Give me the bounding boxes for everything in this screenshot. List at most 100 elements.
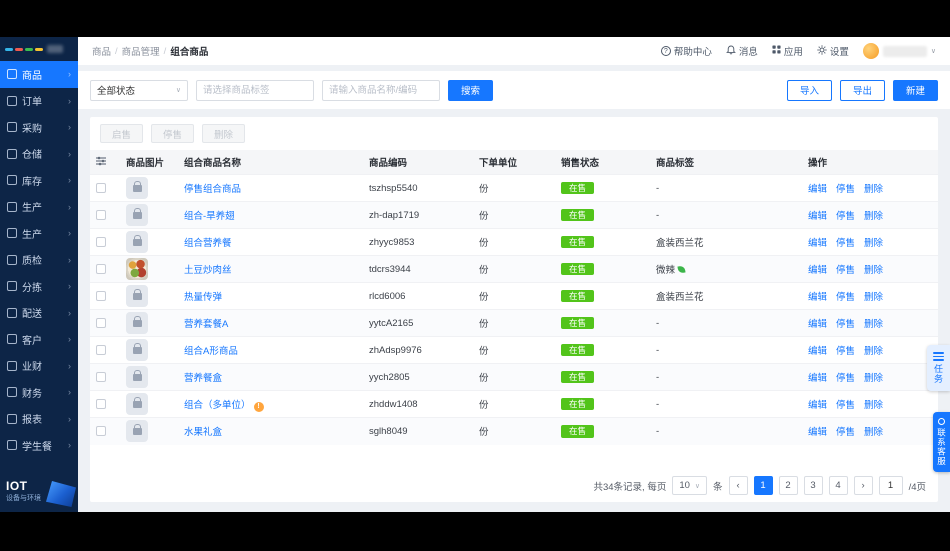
next-page-button[interactable]: › xyxy=(854,476,873,495)
product-name-link[interactable]: 热量传弹 xyxy=(184,292,222,303)
task-floating-button[interactable]: 任务 xyxy=(927,345,950,391)
jump-page-input[interactable] xyxy=(879,476,903,495)
product-name-link[interactable]: 水果礼盒 xyxy=(184,427,222,438)
breadcrumb-item[interactable]: 商品管理 xyxy=(122,44,160,58)
row-edit-link[interactable]: 编辑 xyxy=(808,373,827,384)
sidebar-item-inventory[interactable]: 库存› xyxy=(0,167,78,194)
row-stop-sale-link[interactable]: 停售 xyxy=(836,346,855,357)
row-stop-sale-link[interactable]: 停售 xyxy=(836,211,855,222)
sidebar-item-customers[interactable]: 客户› xyxy=(0,326,78,353)
row-delete-link[interactable]: 删除 xyxy=(864,319,883,330)
row-stop-sale-link[interactable]: 停售 xyxy=(836,265,855,276)
product-name-link[interactable]: 组合营养餐 xyxy=(184,238,232,249)
row-edit-link[interactable]: 编辑 xyxy=(808,265,827,276)
row-checkbox[interactable] xyxy=(96,264,106,274)
bulk-stop-sale-button[interactable]: 停售 xyxy=(151,124,194,143)
sidebar-item-orders[interactable]: 订单› xyxy=(0,88,78,115)
product-name-link[interactable]: 营养餐盒 xyxy=(184,373,222,384)
row-checkbox[interactable] xyxy=(96,210,106,220)
page-button-3[interactable]: 3 xyxy=(804,476,823,495)
row-edit-link[interactable]: 编辑 xyxy=(808,238,827,249)
tag-text: - xyxy=(656,345,659,356)
sidebar-item-warehouse[interactable]: 仓储› xyxy=(0,141,78,168)
row-edit-link[interactable]: 编辑 xyxy=(808,184,827,195)
row-stop-sale-link[interactable]: 停售 xyxy=(836,373,855,384)
row-delete-link[interactable]: 删除 xyxy=(864,400,883,411)
row-checkbox[interactable] xyxy=(96,237,106,247)
sidebar-item-finance[interactable]: 财务› xyxy=(0,379,78,406)
sidebar-item-sorting[interactable]: 分拣› xyxy=(0,273,78,300)
help-center-button[interactable]: ? 帮助中心 xyxy=(661,44,712,58)
apps-button[interactable]: 应用 xyxy=(772,44,803,58)
tag-filter-input[interactable] xyxy=(196,80,314,101)
product-name-link[interactable]: 营养套餐A xyxy=(184,319,228,330)
row-stop-sale-link[interactable]: 停售 xyxy=(836,238,855,249)
row-stop-sale-link[interactable]: 停售 xyxy=(836,184,855,195)
row-checkbox[interactable] xyxy=(96,372,106,382)
product-name-link[interactable]: 停售组合商品 xyxy=(184,184,241,195)
row-edit-link[interactable]: 编辑 xyxy=(808,400,827,411)
bulk-start-sale-button[interactable]: 启售 xyxy=(100,124,143,143)
row-delete-link[interactable]: 删除 xyxy=(864,373,883,384)
row-delete-link[interactable]: 删除 xyxy=(864,238,883,249)
sidebar-item-label: 客户 xyxy=(22,332,68,347)
product-code: rlcd6006 xyxy=(363,283,473,310)
column-settings-icon[interactable] xyxy=(96,158,106,169)
messages-button[interactable]: 消息 xyxy=(726,44,758,58)
row-delete-link[interactable]: 删除 xyxy=(864,265,883,276)
create-button[interactable]: 新建 xyxy=(893,80,938,101)
page-button-4[interactable]: 4 xyxy=(829,476,848,495)
page-button-1[interactable]: 1 xyxy=(754,476,773,495)
search-button[interactable]: 搜索 xyxy=(448,80,493,101)
product-name-link[interactable]: 组合（多单位） xyxy=(184,400,251,411)
sidebar-item-production[interactable]: 生产› xyxy=(0,194,78,221)
page-size-select[interactable]: 10 ∨ xyxy=(672,476,707,495)
sidebar-item-student-meal[interactable]: 学生餐› xyxy=(0,432,78,459)
product-name-link[interactable]: 土豆炒肉丝 xyxy=(184,265,232,276)
sidebar-item-delivery[interactable]: 配送› xyxy=(0,300,78,327)
row-edit-link[interactable]: 编辑 xyxy=(808,211,827,222)
row-checkbox[interactable] xyxy=(96,183,106,193)
name-search-input[interactable] xyxy=(322,80,440,101)
row-edit-link[interactable]: 编辑 xyxy=(808,427,827,438)
sidebar-item-reports[interactable]: 报表› xyxy=(0,406,78,433)
settings-button[interactable]: 设置 xyxy=(817,44,849,58)
production-2-icon xyxy=(7,228,17,238)
sidebar-item-goods[interactable]: 商品› xyxy=(0,61,78,88)
row-delete-link[interactable]: 删除 xyxy=(864,427,883,438)
prev-page-button[interactable]: ‹ xyxy=(729,476,748,495)
row-edit-link[interactable]: 编辑 xyxy=(808,292,827,303)
row-checkbox[interactable] xyxy=(96,318,106,328)
row-checkbox[interactable] xyxy=(96,291,106,301)
import-button[interactable]: 导入 xyxy=(787,80,832,101)
sidebar-item-quality-check[interactable]: 质检› xyxy=(0,247,78,274)
row-stop-sale-link[interactable]: 停售 xyxy=(836,427,855,438)
sidebar-item-business-finance[interactable]: 业财› xyxy=(0,353,78,380)
row-stop-sale-link[interactable]: 停售 xyxy=(836,319,855,330)
row-stop-sale-link[interactable]: 停售 xyxy=(836,292,855,303)
row-delete-link[interactable]: 删除 xyxy=(864,211,883,222)
breadcrumb-item[interactable]: 商品 xyxy=(92,44,111,58)
row-stop-sale-link[interactable]: 停售 xyxy=(836,400,855,411)
row-checkbox[interactable] xyxy=(96,399,106,409)
sidebar-item-label: 仓储 xyxy=(22,146,68,161)
row-edit-link[interactable]: 编辑 xyxy=(808,319,827,330)
row-edit-link[interactable]: 编辑 xyxy=(808,346,827,357)
status-select[interactable]: 全部状态 ∨ xyxy=(90,80,188,101)
row-delete-link[interactable]: 删除 xyxy=(864,292,883,303)
row-delete-link[interactable]: 删除 xyxy=(864,346,883,357)
row-delete-link[interactable]: 删除 xyxy=(864,184,883,195)
page-button-2[interactable]: 2 xyxy=(779,476,798,495)
sidebar-item-purchase[interactable]: 采购› xyxy=(0,114,78,141)
leaf-icon xyxy=(677,265,685,273)
row-checkbox[interactable] xyxy=(96,426,106,436)
row-checkbox[interactable] xyxy=(96,345,106,355)
bulk-delete-button[interactable]: 删除 xyxy=(202,124,245,143)
export-button[interactable]: 导出 xyxy=(840,80,885,101)
user-menu[interactable]: ∨ xyxy=(863,43,936,59)
product-name-link[interactable]: 组合-旱养翅 xyxy=(184,211,235,222)
status-badge: 在售 xyxy=(561,182,594,195)
product-name-link[interactable]: 组合A形商品 xyxy=(184,346,238,357)
sidebar-item-production-2[interactable]: 生产› xyxy=(0,220,78,247)
contact-support-floating-button[interactable]: 联系客服 xyxy=(933,412,950,472)
